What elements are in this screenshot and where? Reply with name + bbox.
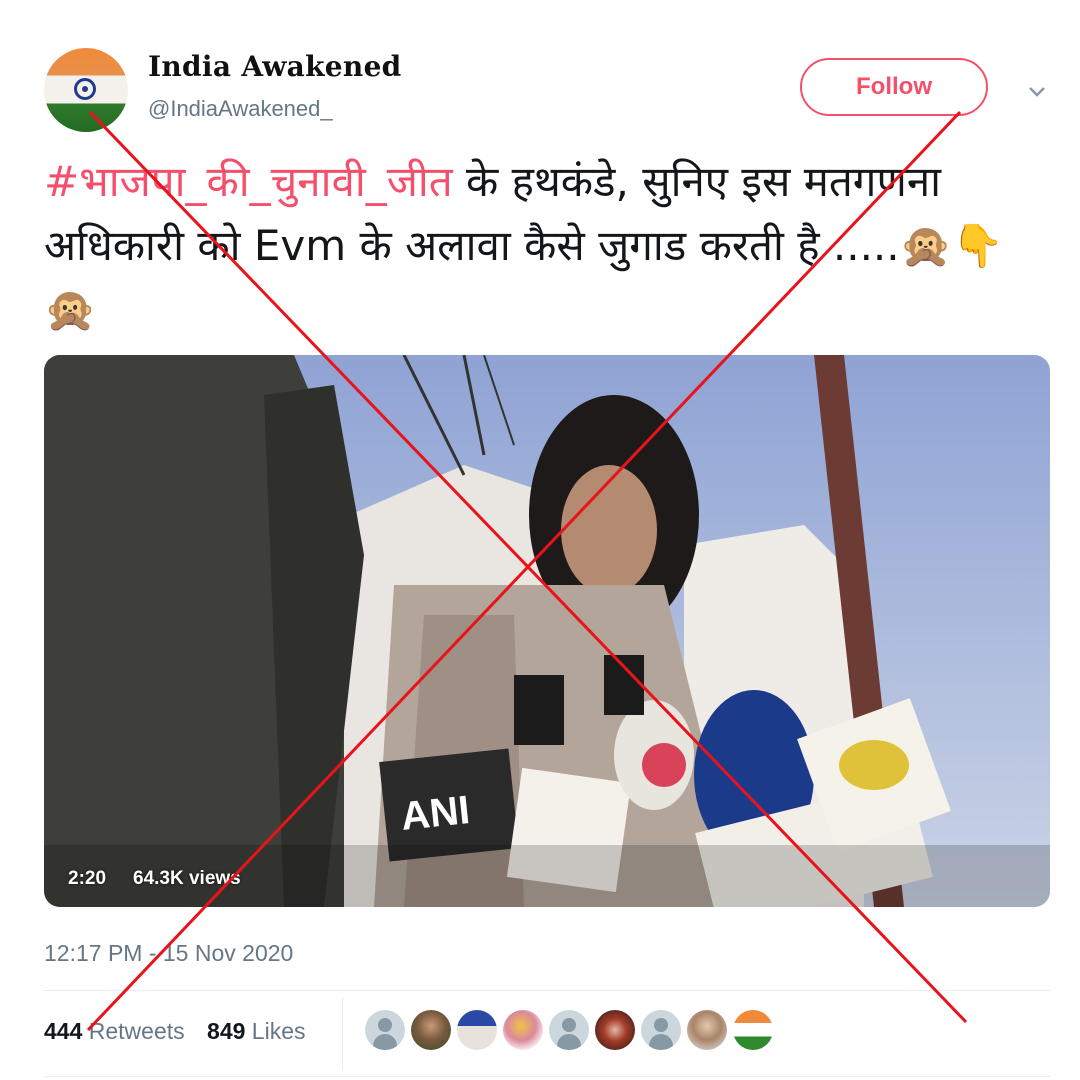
hashtag-link[interactable]: #भाजपा_की_चुनावी_जीत — [44, 157, 453, 206]
chevron-down-icon[interactable] — [1026, 80, 1048, 102]
liker-avatars — [365, 1010, 773, 1050]
divider — [342, 998, 343, 1070]
liker-avatar[interactable] — [503, 1010, 543, 1050]
video-views: 64.3K views — [133, 868, 241, 889]
liker-avatar[interactable] — [687, 1010, 727, 1050]
liker-avatar[interactable] — [733, 1010, 773, 1050]
liker-avatar[interactable] — [641, 1010, 681, 1050]
liker-avatar[interactable] — [549, 1010, 589, 1050]
likes-label: Likes — [251, 1018, 306, 1044]
video-player[interactable]: ANI — [44, 355, 1050, 907]
author-handle[interactable]: @IndiaAwakened_ — [148, 96, 333, 122]
tweet-timestamp[interactable]: 12:17 PM - 15 Nov 2020 — [44, 940, 293, 967]
liker-avatar[interactable] — [595, 1010, 635, 1050]
follow-button[interactable]: Follow — [800, 58, 988, 116]
liker-avatar[interactable] — [457, 1010, 497, 1050]
divider — [44, 1076, 1050, 1077]
author-avatar[interactable] — [44, 48, 128, 132]
retweets-count: 444 — [44, 1018, 83, 1044]
author-display-name[interactable]: India Awakened — [148, 50, 402, 83]
ashoka-chakra-icon — [74, 78, 96, 100]
video-frame: ANI — [44, 355, 1050, 907]
liker-avatar[interactable] — [365, 1010, 405, 1050]
video-duration: 2:20 — [68, 868, 107, 889]
ani-mic-label: ANI — [399, 788, 472, 839]
divider — [44, 990, 1050, 991]
tweet-text: #भाजपा_की_चुनावी_जीत के हथकंडे, सुनिए इस… — [44, 150, 1044, 342]
liker-avatar[interactable] — [411, 1010, 451, 1050]
retweets-stat[interactable]: 444 Retweets — [44, 1018, 185, 1044]
tweet-stats: 444 Retweets 849 Likes — [44, 1018, 322, 1045]
likes-count: 849 — [207, 1018, 246, 1044]
retweets-label: Retweets — [88, 1018, 185, 1044]
likes-stat[interactable]: 849 Likes — [207, 1018, 305, 1044]
